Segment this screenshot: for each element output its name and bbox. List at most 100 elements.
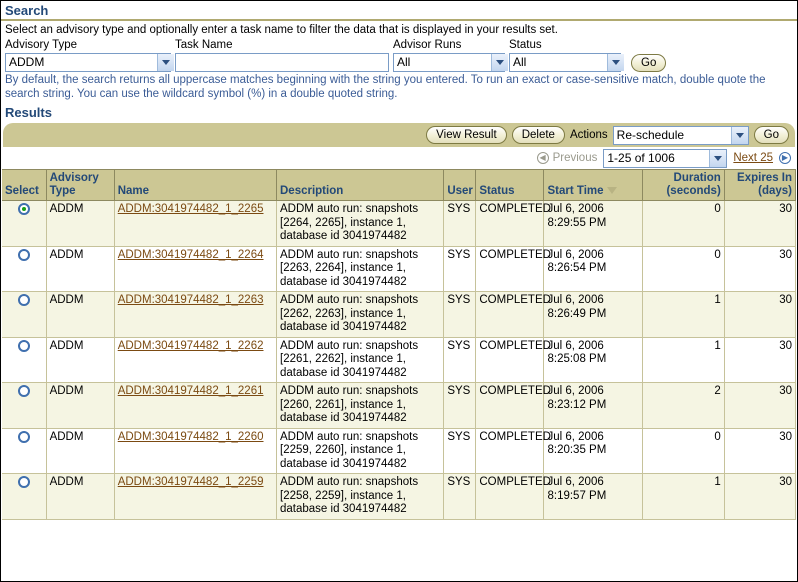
column-header-advisory-type[interactable]: Advisory Type — [46, 170, 114, 201]
column-header-name[interactable]: Name — [114, 170, 276, 201]
table-row[interactable]: ADDM ADDM:3041974482_1_2264 ADDM auto run:… — [2, 246, 796, 292]
row-start-date: Jul 6, 2006 — [547, 294, 638, 308]
task-name-input[interactable] — [175, 53, 389, 72]
row-name-cell: ADDM:3041974482_1_2259 — [114, 474, 276, 520]
row-name-cell: ADDM:3041974482_1_2262 — [114, 337, 276, 383]
row-duration: 0 — [642, 201, 724, 247]
row-status: COMPLETED — [476, 474, 544, 520]
row-duration: 1 — [642, 292, 724, 338]
row-description: ADDM auto run: snapshots [2260, 2261], i… — [277, 383, 444, 429]
row-select-radio[interactable] — [18, 249, 30, 261]
row-start-date: Jul 6, 2006 — [547, 340, 638, 354]
results-section-heading: Results — [1, 103, 797, 121]
actions-select[interactable]: Re-schedule — [613, 126, 749, 145]
table-row[interactable]: ADDMADDM:3041974482_1_2259ADDM auto run:… — [2, 474, 796, 520]
row-start-date: Jul 6, 2006 — [547, 476, 638, 490]
row-start-clock: 8:25:08 PM — [547, 353, 638, 367]
row-start-clock: 8:20:35 PM — [547, 444, 638, 458]
row-description: ADDM auto run: snapshots [2262, 2263], i… — [277, 292, 444, 338]
advisor-runs-select[interactable]: All — [393, 53, 505, 72]
row-description: ADDM auto run: snapshots [2263, 2264], i… — [277, 246, 444, 292]
row-select-cell[interactable] — [2, 474, 46, 520]
row-status: COMPLETED — [476, 201, 544, 247]
row-name-cell: ADDM:3041974482_1_2261 — [114, 383, 276, 429]
row-select-radio[interactable] — [18, 340, 30, 352]
next-arrow-icon[interactable]: ▶ — [779, 152, 791, 164]
row-select-radio[interactable] — [18, 294, 30, 306]
column-header-status[interactable]: Status — [476, 170, 544, 201]
row-select-cell[interactable] — [2, 201, 46, 247]
row-expires-in: 30 — [724, 201, 795, 247]
row-select-cell[interactable] — [2, 246, 46, 292]
row-name-cell: ADDM:3041974482_1_2264 — [114, 246, 276, 292]
column-header-start-time[interactable]: Start Time — [544, 170, 642, 201]
advisor-tasks-table: Select Advisory Type Name Description Us… — [2, 169, 796, 520]
view-result-button[interactable]: View Result — [426, 126, 507, 144]
status-select[interactable]: All — [509, 53, 621, 72]
next-25-link[interactable]: Next 25 — [733, 152, 773, 164]
column-header-duration[interactable]: Duration (seconds) — [642, 170, 724, 201]
column-header-select[interactable]: Select — [2, 170, 46, 201]
table-row[interactable]: ADDMADDM:3041974482_1_2261ADDM auto run:… — [2, 383, 796, 429]
row-advisory-type: ADDM — [46, 337, 114, 383]
task-name-link[interactable]: ADDM:3041974482_1_2261 — [118, 385, 264, 397]
row-select-cell[interactable] — [2, 337, 46, 383]
row-select-radio[interactable] — [18, 203, 30, 215]
row-duration: 1 — [642, 474, 724, 520]
actions-go-button[interactable]: Go — [754, 126, 789, 144]
task-name-link[interactable]: ADDM:3041974482_1_2260 — [118, 431, 264, 443]
task-name-group: Task Name — [175, 38, 393, 72]
column-header-expires-in[interactable]: Expires In (days) — [724, 170, 795, 201]
row-start-date: Jul 6, 2006 — [547, 385, 638, 399]
row-start-date: Jul 6, 2006 — [547, 249, 638, 263]
row-user: SYS — [444, 292, 476, 338]
page-range-select[interactable]: 1-25 of 1006 — [603, 149, 727, 168]
advisory-type-group: Advisory Type ADDM — [5, 38, 175, 72]
row-expires-in: 30 — [724, 292, 795, 338]
row-description: ADDM auto run: snapshots [2258, 2259], i… — [277, 474, 444, 520]
column-header-description[interactable]: Description — [277, 170, 444, 201]
task-name-link[interactable]: ADDM:3041974482_1_2265 — [118, 203, 264, 215]
row-advisory-type: ADDM — [46, 292, 114, 338]
advisory-type-select-wrap: ADDM — [5, 53, 175, 72]
table-row[interactable]: ADDM ADDM:3041974482_1_2260 ADDM auto run:… — [2, 428, 796, 474]
row-select-radio[interactable] — [18, 431, 30, 443]
row-start-clock: 8:19:57 PM — [547, 490, 638, 504]
search-go-button[interactable]: Go — [631, 54, 666, 72]
row-user: SYS — [444, 246, 476, 292]
row-description: ADDM auto run: snapshots [2259, 2260], i… — [277, 428, 444, 474]
row-start-clock: 8:23:12 PM — [547, 399, 638, 413]
delete-button[interactable]: Delete — [512, 126, 565, 144]
task-name-link[interactable]: ADDM:3041974482_1_2262 — [118, 340, 264, 352]
row-start-time: Jul 6, 20068:20:35 PM — [544, 428, 642, 474]
row-duration: 0 — [642, 246, 724, 292]
row-advisory-type: ADDM — [46, 246, 114, 292]
row-duration: 0 — [642, 428, 724, 474]
task-name-link[interactable]: ADDM:3041974482_1_2264 — [118, 249, 264, 261]
row-select-cell[interactable] — [2, 292, 46, 338]
row-advisory-type: ADDM — [46, 428, 114, 474]
row-select-radio[interactable] — [18, 476, 30, 488]
table-row[interactable]: ADDM ADDM:3041974482_1_2263 ADDM auto run:… — [2, 292, 796, 338]
table-header-row: Select Advisory Type Name Description Us… — [2, 170, 796, 201]
row-start-time: Jul 6, 20068:29:55 PM — [544, 201, 642, 247]
search-intro-text: Select an advisory type and optionally e… — [1, 21, 797, 38]
advisory-type-select[interactable]: ADDM — [5, 53, 171, 72]
row-start-time: Jul 6, 20068:25:08 PM — [544, 337, 642, 383]
search-hint-text: By default, the search returns all upper… — [1, 72, 797, 101]
row-select-cell[interactable] — [2, 383, 46, 429]
table-row[interactable]: ADDMADDM:3041974482_1_2262ADDM auto run:… — [2, 337, 796, 383]
task-name-link[interactable]: ADDM:3041974482_1_2259 — [118, 476, 264, 488]
page-range-select-wrap: 1-25 of 1006 — [603, 149, 727, 168]
row-duration: 1 — [642, 337, 724, 383]
row-duration: 2 — [642, 383, 724, 429]
row-start-time: Jul 6, 20068:23:12 PM — [544, 383, 642, 429]
column-header-user[interactable]: User — [444, 170, 476, 201]
status-select-wrap: All — [509, 53, 625, 72]
row-status: COMPLETED — [476, 383, 544, 429]
table-row[interactable]: ADDMADDM:3041974482_1_2265ADDM auto run:… — [2, 201, 796, 247]
row-select-radio[interactable] — [18, 385, 30, 397]
row-select-cell[interactable] — [2, 428, 46, 474]
search-go-group: Go — [625, 39, 666, 72]
task-name-link[interactable]: ADDM:3041974482_1_2263 — [118, 294, 264, 306]
